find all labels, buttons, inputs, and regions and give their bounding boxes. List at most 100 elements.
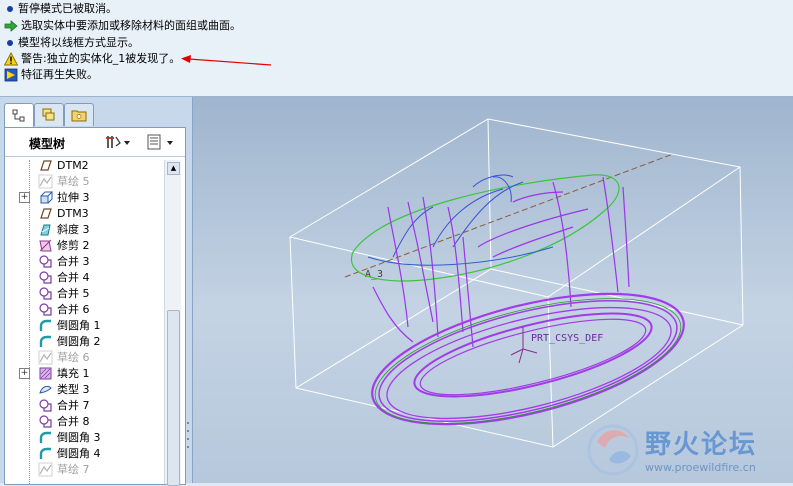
tree-item-label: 合并 6 — [57, 303, 90, 316]
forum-watermark: 野火论坛 www.proewildfire.cn — [583, 418, 793, 483]
layers-icon — [42, 108, 55, 121]
round-icon — [39, 431, 51, 443]
tree-item[interactable]: 类型 3 — [5, 381, 163, 397]
tree-item[interactable]: 合并 4 — [5, 269, 163, 285]
tree-item-label: 合并 4 — [57, 271, 90, 284]
tree-item-label: 合并 3 — [57, 255, 90, 268]
annotation-arrow — [181, 55, 272, 66]
tree-item-label: 倒圆角 3 — [57, 431, 101, 444]
tree-item[interactable]: 斜度 3 — [5, 221, 163, 237]
sketch-icon — [38, 350, 53, 364]
tree-item-label: 草绘 7 — [57, 463, 90, 476]
tab-folder-browser[interactable] — [34, 103, 64, 126]
tree-item-label: DTM3 — [57, 206, 89, 220]
tree-item-label: 斜度 3 — [57, 223, 90, 236]
message-line: 模型将以线框方式显示。 — [4, 35, 139, 51]
model-tree-header: 模型树 — [5, 128, 185, 157]
datum-plane-icon — [40, 160, 52, 171]
merge-icon — [39, 398, 52, 412]
navigator-tabs — [4, 103, 190, 127]
message-area: 暂停模式已被取消。 选取实体中要添加或移除材料的面组或曲面。 模型将以线框方式显… — [0, 0, 793, 97]
green-arrow-icon — [4, 20, 18, 32]
message-text: 特征再生失败。 — [21, 68, 98, 81]
tree-item-label: 合并 5 — [57, 287, 90, 300]
expand-toggle-icon[interactable]: + — [19, 191, 30, 203]
model-tree-scrollbar[interactable]: ▲ — [164, 160, 181, 486]
message-line: 暂停模式已被取消。 — [4, 1, 117, 17]
tab-favorites[interactable] — [64, 103, 94, 126]
model-tree-icon — [12, 109, 25, 121]
panel-splitter-handle[interactable] — [186, 417, 190, 457]
tree-item[interactable]: 倒圆角 3 — [5, 429, 163, 445]
tree-item-label: 草绘 6 — [57, 351, 90, 364]
message-text: 选取实体中要添加或移除材料的面组或曲面。 — [21, 19, 241, 32]
tree-item-label: 类型 3 — [57, 383, 90, 396]
forum-logo-icon — [587, 424, 639, 476]
tree-item[interactable]: 合并 6 — [5, 301, 163, 317]
tree-item[interactable]: 倒圆角 2 — [5, 333, 163, 349]
error-flag-icon — [4, 68, 18, 82]
round-icon — [39, 319, 51, 331]
message-text: 模型将以线框方式显示。 — [18, 36, 139, 49]
sketch-icon — [38, 174, 53, 188]
tree-item[interactable]: 合并 3 — [5, 253, 163, 269]
tree-item[interactable]: 草绘 7 — [5, 461, 163, 477]
tree-item[interactable]: 草绘 6 — [5, 349, 163, 365]
message-line: 警告:独立的实体化_1被发现了。 — [4, 51, 180, 67]
tree-item-label: 倒圆角 1 — [57, 319, 101, 332]
tree-item[interactable]: 倒圆角 1 — [5, 317, 163, 333]
merge-icon — [39, 270, 52, 284]
expand-toggle-icon[interactable]: + — [19, 367, 30, 379]
info-dot-icon — [7, 40, 13, 46]
datum-plane-icon — [40, 207, 52, 219]
tree-item-label: 合并 8 — [57, 415, 90, 428]
show-menu-icon[interactable] — [145, 134, 177, 150]
round-icon — [39, 447, 51, 459]
tree-item-label: 倒圆角 2 — [57, 335, 101, 348]
tree-item[interactable]: DTM3 — [5, 205, 163, 221]
tree-item[interactable]: 合并 7 — [5, 397, 163, 413]
tree-item[interactable]: 修剪 2 — [5, 237, 163, 253]
merge-icon — [39, 414, 52, 428]
folder-star-icon — [71, 110, 87, 122]
tree-item-label: 修剪 2 — [57, 239, 90, 252]
trim-icon — [39, 239, 52, 251]
draft-icon — [40, 224, 51, 235]
settings-tools-icon[interactable] — [105, 134, 131, 150]
message-text: 暂停模式已被取消。 — [18, 2, 117, 15]
bounding-box — [289, 118, 744, 448]
navigator-panel: 模型树 DTM2 草绘 5 + 拉伸 3 DTM3 斜度 3 修剪 2 合并 3 合并 4 合并 … — [0, 97, 193, 486]
fill-icon — [39, 367, 52, 379]
model-tree-title: 模型树 — [29, 137, 66, 151]
tree-item[interactable]: DTM2 — [5, 160, 163, 173]
watermark-url: www.proewildfire.cn — [645, 461, 756, 474]
message-line: 特征再生失败。 — [4, 67, 98, 83]
tree-item-label: 草绘 5 — [57, 175, 90, 188]
tree-item-label: 合并 7 — [57, 399, 90, 412]
tree-item-label: 拉伸 3 — [57, 191, 90, 204]
warning-triangle-icon — [4, 52, 18, 66]
scroll-up-arrow-icon[interactable]: ▲ — [167, 162, 180, 175]
model-tree-list: DTM2 草绘 5 + 拉伸 3 DTM3 斜度 3 修剪 2 合并 3 合并 4 合并 5 合并 … — [5, 160, 163, 484]
tree-item[interactable]: + 拉伸 3 — [5, 189, 163, 205]
sketch-icon — [38, 462, 53, 476]
info-dot-icon — [7, 6, 13, 12]
tree-item[interactable]: 合并 5 — [5, 285, 163, 301]
csys-label: PRT_CSYS_DEF — [531, 333, 603, 344]
tree-item[interactable]: 合并 8 — [5, 413, 163, 429]
tree-item-label: DTM2 — [57, 160, 89, 172]
tree-item-label: 填充 1 — [57, 367, 90, 380]
merge-icon — [39, 302, 52, 316]
scrollbar-thumb[interactable] — [167, 310, 180, 486]
message-line: 选取实体中要添加或移除材料的面组或曲面。 — [4, 18, 241, 34]
extrude-icon — [40, 191, 53, 203]
tree-item[interactable]: 倒圆角 4 — [5, 445, 163, 461]
watermark-text: 野火论坛 — [645, 430, 758, 460]
model-tree-box: 模型树 DTM2 草绘 5 + 拉伸 3 DTM3 斜度 3 修剪 2 合并 3 合并 4 合并 … — [4, 127, 186, 486]
merge-icon — [39, 286, 52, 300]
tab-model-tree[interactable] — [4, 103, 34, 127]
tree-item[interactable]: 草绘 5 — [5, 173, 163, 189]
tree-item-label: 倒圆角 4 — [57, 447, 101, 460]
tree-item[interactable]: + 填充 1 — [5, 365, 163, 381]
round-icon — [39, 335, 51, 347]
